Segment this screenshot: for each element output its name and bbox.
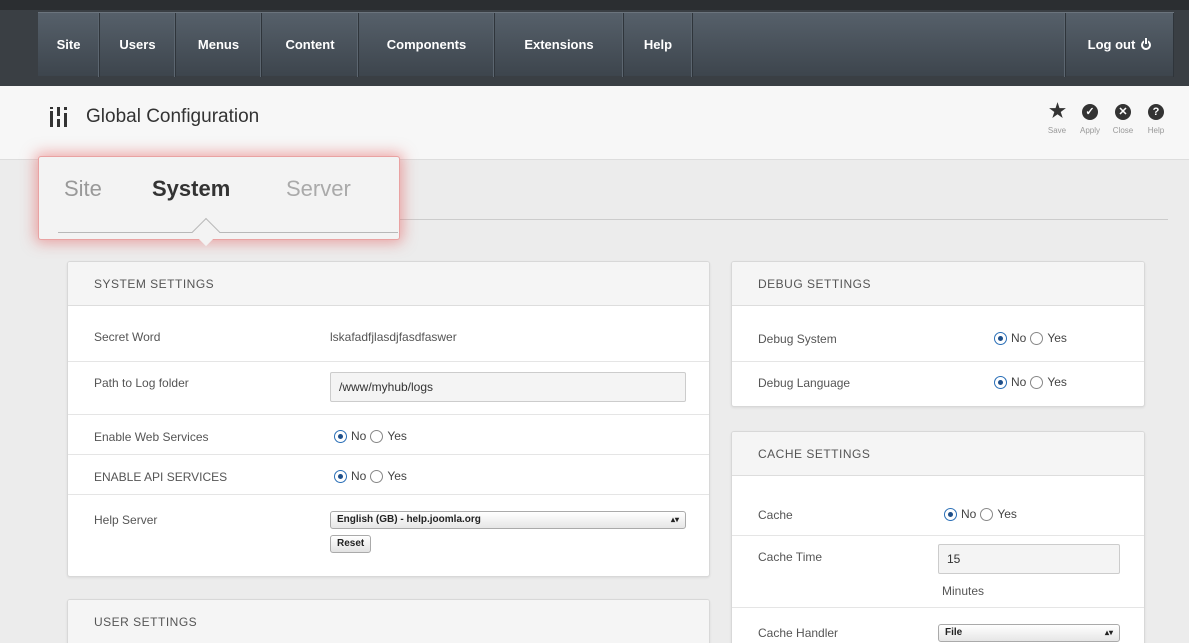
- no-label: No: [961, 507, 977, 521]
- help-server-row: Help Server English (GB) - help.joomla.o…: [68, 495, 709, 576]
- cache-time-unit: Minutes: [942, 584, 985, 598]
- save-label: Save: [1047, 126, 1067, 135]
- top-bar-edge: [0, 0, 1189, 10]
- nav-extensions[interactable]: Extensions: [495, 12, 624, 77]
- page-header: Global Configuration ★ Save ✓ Apply ✕ Cl…: [0, 86, 1189, 160]
- yes-label: Yes: [387, 429, 407, 443]
- yes-label: Yes: [1047, 331, 1067, 345]
- api-services-yes-radio[interactable]: [370, 469, 384, 483]
- debug-system-no-radio[interactable]: [994, 331, 1007, 345]
- web-services-yes-radio[interactable]: [370, 429, 384, 443]
- debug-language-label: Debug Language: [758, 376, 851, 390]
- api-services-radio: No Yes: [334, 469, 411, 483]
- log-path-input[interactable]: /www/myhub/logs: [330, 372, 686, 402]
- user-settings-heading: USER SETTINGS: [68, 600, 709, 643]
- web-services-no-radio[interactable]: [334, 429, 347, 443]
- cache-row: Cache No Yes: [732, 476, 1144, 536]
- help-label: Help: [1147, 126, 1165, 135]
- debug-language-radio: No Yes: [994, 375, 1071, 389]
- logout-label: Log out: [1087, 37, 1136, 52]
- system-settings-heading: SYSTEM SETTINGS: [68, 262, 709, 306]
- toolbar: ★ Save ✓ Apply ✕ Close ? Help: [1042, 101, 1171, 135]
- yes-label: Yes: [387, 469, 407, 483]
- cache-settings-panel: CACHE SETTINGS Cache No Yes Cache Time 1…: [731, 431, 1145, 643]
- debug-settings-panel: DEBUG SETTINGS Debug System No Yes Debug…: [731, 261, 1145, 407]
- help-server-label: Help Server: [94, 513, 158, 527]
- cache-time-row: Cache Time 15 Minutes: [732, 536, 1144, 608]
- nav-help[interactable]: Help: [624, 12, 693, 77]
- star-icon: ★: [1049, 101, 1067, 122]
- nav-content[interactable]: Content: [262, 12, 359, 77]
- nav-components[interactable]: Components: [359, 12, 495, 77]
- cache-time-input[interactable]: 15: [938, 544, 1120, 574]
- page-title: Global Configuration: [86, 106, 260, 127]
- close-circle-icon: ✕: [1115, 104, 1131, 120]
- equalizer-icon: [50, 107, 70, 127]
- cache-no-radio[interactable]: [944, 507, 957, 521]
- apply-button[interactable]: ✓ Apply: [1075, 104, 1105, 135]
- secret-word-row: Secret Word lskafadfjlasdjfasdfaswer: [68, 306, 709, 362]
- web-services-row: Enable Web Services No Yes: [68, 415, 709, 455]
- help-server-value: English (GB) - help.joomla.org: [337, 514, 481, 525]
- close-button[interactable]: ✕ Close: [1108, 104, 1138, 135]
- no-label: No: [1011, 331, 1027, 345]
- secret-word-label: Secret Word: [94, 330, 161, 344]
- tab-underline: [58, 232, 398, 233]
- save-button[interactable]: ★ Save: [1042, 101, 1072, 135]
- debug-system-radio: No Yes: [994, 331, 1071, 345]
- help-server-select[interactable]: English (GB) - help.joomla.org ▴▾: [330, 511, 686, 529]
- no-label: No: [1011, 375, 1027, 389]
- debug-settings-heading: DEBUG SETTINGS: [732, 262, 1144, 306]
- system-settings-panel: SYSTEM SETTINGS Secret Word lskafadfjlas…: [67, 261, 710, 577]
- debug-system-row: Debug System No Yes: [732, 306, 1144, 362]
- cache-handler-select[interactable]: File ▴▾: [938, 624, 1120, 642]
- help-button[interactable]: ? Help: [1141, 104, 1171, 135]
- debug-system-label: Debug System: [758, 332, 837, 346]
- check-circle-icon: ✓: [1082, 104, 1098, 120]
- web-services-radio: No Yes: [334, 429, 411, 443]
- tab-system[interactable]: System: [152, 176, 230, 202]
- api-services-no-radio[interactable]: [334, 469, 347, 483]
- close-label: Close: [1112, 126, 1134, 135]
- cache-handler-row: Cache Handler File ▴▾: [732, 608, 1144, 643]
- cache-label: Cache: [758, 508, 793, 522]
- user-settings-panel: USER SETTINGS: [67, 599, 710, 643]
- debug-language-yes-radio[interactable]: [1030, 375, 1044, 389]
- api-services-row: ENABLE API SERVICES No Yes: [68, 455, 709, 495]
- top-bar: Site Users Menus Content Components Exte…: [0, 0, 1189, 86]
- select-arrows-icon: ▴▾: [670, 515, 679, 524]
- power-icon: [1141, 37, 1152, 50]
- cache-time-label: Cache Time: [758, 550, 823, 564]
- cache-handler-value: File: [945, 627, 963, 638]
- cache-radio: No Yes: [944, 507, 1021, 521]
- cache-handler-label: Cache Handler: [758, 626, 839, 640]
- reset-button[interactable]: Reset: [330, 535, 372, 553]
- no-label: No: [351, 429, 367, 443]
- debug-language-row: Debug Language No Yes: [732, 362, 1144, 406]
- nav-menus[interactable]: Menus: [176, 12, 262, 77]
- api-services-label: ENABLE API SERVICES: [94, 470, 228, 484]
- main-navbar: Site Users Menus Content Components Exte…: [38, 12, 1174, 77]
- question-circle-icon: ?: [1148, 104, 1164, 120]
- tab-server[interactable]: Server: [286, 176, 351, 202]
- nav-spacer: [693, 12, 1066, 77]
- no-label: No: [351, 469, 367, 483]
- logout-button[interactable]: Log out: [1066, 12, 1174, 77]
- debug-language-no-radio[interactable]: [994, 375, 1007, 389]
- select-arrows-icon: ▴▾: [1104, 628, 1113, 637]
- nav-site[interactable]: Site: [38, 12, 100, 77]
- yes-label: Yes: [997, 507, 1017, 521]
- debug-system-yes-radio[interactable]: [1030, 331, 1044, 345]
- apply-label: Apply: [1079, 126, 1100, 135]
- nav-users[interactable]: Users: [100, 12, 176, 77]
- cache-yes-radio[interactable]: [980, 507, 994, 521]
- cache-settings-heading: CACHE SETTINGS: [732, 432, 1144, 476]
- log-path-label: Path to Log folder: [94, 376, 189, 390]
- secret-word-value[interactable]: lskafadfjlasdjfasdfaswer: [330, 330, 457, 344]
- yes-label: Yes: [1047, 375, 1067, 389]
- tab-site[interactable]: Site: [64, 176, 102, 202]
- web-services-label: Enable Web Services: [94, 430, 209, 444]
- log-path-row: Path to Log folder /www/myhub/logs: [68, 362, 709, 415]
